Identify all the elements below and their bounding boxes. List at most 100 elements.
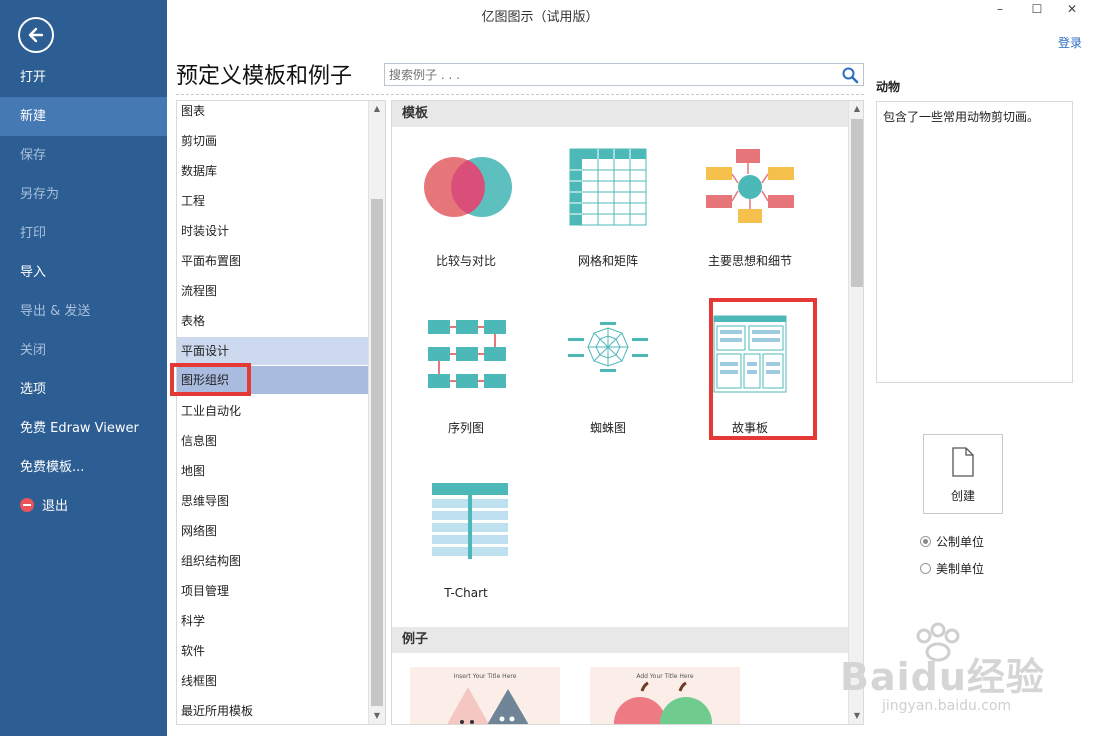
create-button[interactable]: 创建 bbox=[923, 434, 1003, 514]
category-item[interactable]: 工程 bbox=[177, 191, 368, 221]
sidebar-item-import[interactable]: 导入 bbox=[0, 253, 167, 292]
category-item[interactable]: 最近所用模板 bbox=[177, 701, 368, 724]
category-item[interactable]: 工业自动化 bbox=[177, 401, 368, 431]
sidebar-item-label: 导出 & 发送 bbox=[20, 304, 91, 319]
sidebar-item-label: 打开 bbox=[20, 70, 47, 85]
template-main-idea-details[interactable]: 主要思想和细节 bbox=[680, 125, 820, 268]
description-text: 包含了一些常用动物剪切画。 bbox=[883, 110, 1040, 124]
main-idea-icon bbox=[706, 149, 794, 223]
description-box: 包含了一些常用动物剪切画。 bbox=[876, 101, 1073, 383]
category-item[interactable]: 剪切画 bbox=[177, 131, 368, 161]
category-item[interactable]: 平面布置图 bbox=[177, 251, 368, 281]
sidebar-item-save-as[interactable]: 另存为 bbox=[0, 175, 167, 214]
spider-diagram-icon bbox=[568, 322, 648, 372]
category-item[interactable]: 地图 bbox=[177, 461, 368, 491]
fruit-clipart-icon bbox=[614, 681, 712, 724]
template-label: 比较与对比 bbox=[435, 254, 496, 268]
example-thumb[interactable]: Insert Your Title Here bbox=[410, 667, 560, 724]
category-item[interactable]: 网络图 bbox=[177, 521, 368, 551]
template-label: 蜘蛛图 bbox=[589, 421, 626, 435]
exit-icon bbox=[20, 498, 34, 512]
sidebar-item-save[interactable]: 保存 bbox=[0, 136, 167, 175]
watermark-text: Baidu经验 bbox=[840, 655, 1045, 699]
close-window-button[interactable]: ✕ bbox=[1060, 2, 1084, 20]
back-button[interactable] bbox=[18, 17, 54, 53]
search-icon[interactable] bbox=[841, 66, 859, 84]
sidebar-item-exit[interactable]: 退出 bbox=[0, 487, 167, 526]
category-item[interactable]: 科学 bbox=[177, 611, 368, 641]
templates-header: 模板 bbox=[392, 101, 848, 127]
category-list: 图表 剪切画 数据库 工程 时装设计 平面布置图 流程图 表格 平面设计 图形组… bbox=[176, 100, 386, 725]
minimize-button[interactable]: – bbox=[988, 2, 1012, 20]
baidu-watermark: Baidu经验 jingyan.baidu.com bbox=[840, 622, 1090, 732]
radio-label: 美制单位 bbox=[936, 562, 985, 576]
create-label: 创建 bbox=[950, 489, 975, 503]
sidebar-item-close[interactable]: 关闭 bbox=[0, 331, 167, 370]
highlight-box bbox=[709, 298, 817, 440]
example-thumb[interactable]: Add Your Title Here bbox=[590, 667, 740, 724]
category-item[interactable]: 项目管理 bbox=[177, 581, 368, 611]
sidebar-item-label: 新建 bbox=[20, 109, 47, 124]
radio-metric-units[interactable]: 公制单位 bbox=[920, 533, 984, 551]
template-t-chart[interactable]: T-Chart bbox=[396, 459, 536, 600]
category-item[interactable]: 线框图 bbox=[177, 671, 368, 701]
sidebar-item-open[interactable]: 打开 bbox=[0, 58, 167, 97]
template-compare-contrast[interactable]: 比较与对比 bbox=[396, 125, 536, 268]
category-item[interactable]: 时装设计 bbox=[177, 221, 368, 251]
template-label: 序列图 bbox=[447, 421, 484, 435]
radio-unchecked-icon[interactable] bbox=[920, 563, 931, 574]
category-item[interactable]: 组织结构图 bbox=[177, 551, 368, 581]
arrow-left-icon bbox=[28, 27, 44, 43]
app-title: 亿图图示（试用版） bbox=[481, 10, 599, 25]
sidebar-item-label: 关闭 bbox=[20, 343, 47, 358]
sidebar-item-options[interactable]: 选项 bbox=[0, 370, 167, 409]
sequence-icon bbox=[428, 320, 506, 388]
sidebar-item-label: 退出 bbox=[42, 499, 69, 514]
template-label: 主要思想和细节 bbox=[707, 254, 792, 268]
examples-header: 例子 bbox=[392, 627, 848, 653]
description-title: 动物 bbox=[876, 80, 901, 94]
search-box bbox=[384, 63, 864, 86]
scroll-up-icon[interactable]: ▲ bbox=[369, 101, 385, 117]
search-input[interactable] bbox=[387, 65, 827, 84]
divider bbox=[176, 94, 864, 95]
sidebar-item-label: 打印 bbox=[20, 226, 47, 241]
radio-checked-icon[interactable] bbox=[920, 536, 931, 547]
sidebar: 打开 新建 保存 另存为 打印 导入 导出 & 发送 关闭 选项 免费 Edra… bbox=[0, 0, 167, 736]
category-item[interactable]: 思维导图 bbox=[177, 491, 368, 521]
watermark-url: jingyan.baidu.com bbox=[882, 698, 1012, 714]
highlight-box bbox=[170, 363, 251, 396]
venn-diagram-icon bbox=[424, 157, 512, 217]
scroll-thumb[interactable] bbox=[851, 119, 863, 287]
animal-clipart-icon bbox=[447, 687, 529, 724]
scroll-down-icon[interactable]: ▼ bbox=[369, 708, 385, 724]
template-label: T-Chart bbox=[444, 586, 488, 600]
sidebar-item-label: 另存为 bbox=[20, 187, 60, 202]
sidebar-item-label: 保存 bbox=[20, 148, 47, 163]
category-item[interactable]: 图表 bbox=[177, 101, 368, 131]
page-title: 预定义模板和例子 bbox=[176, 64, 353, 89]
category-item[interactable]: 流程图 bbox=[177, 281, 368, 311]
maximize-button[interactable]: ☐ bbox=[1025, 2, 1049, 20]
category-item[interactable]: 软件 bbox=[177, 641, 368, 671]
sidebar-item-print[interactable]: 打印 bbox=[0, 214, 167, 253]
scroll-thumb[interactable] bbox=[371, 199, 383, 706]
sidebar-item-free-templates[interactable]: 免费模板... bbox=[0, 448, 167, 487]
new-document-icon bbox=[952, 447, 974, 477]
sidebar-item-label: 免费模板... bbox=[20, 460, 85, 475]
login-link[interactable]: 登录 bbox=[1058, 34, 1082, 51]
category-item-hover[interactable]: 平面设计 bbox=[177, 337, 368, 365]
radio-us-units[interactable]: 美制单位 bbox=[920, 560, 984, 578]
category-item[interactable]: 信息图 bbox=[177, 431, 368, 461]
template-grid-matrix[interactable]: 网格和矩阵 bbox=[538, 125, 678, 268]
scroll-up-icon[interactable]: ▲ bbox=[849, 101, 863, 117]
radio-label: 公制单位 bbox=[936, 535, 985, 549]
sidebar-item-edraw-viewer[interactable]: 免费 Edraw Viewer bbox=[0, 409, 167, 448]
grid-matrix-icon bbox=[569, 148, 647, 226]
template-sequence[interactable]: 序列图 bbox=[396, 292, 536, 435]
sidebar-item-new[interactable]: 新建 bbox=[0, 97, 167, 136]
sidebar-item-export-send[interactable]: 导出 & 发送 bbox=[0, 292, 167, 331]
category-scrollbar[interactable]: ▲ ▼ bbox=[368, 101, 385, 724]
template-spider[interactable]: 蜘蛛图 bbox=[538, 292, 678, 435]
category-item[interactable]: 数据库 bbox=[177, 161, 368, 191]
